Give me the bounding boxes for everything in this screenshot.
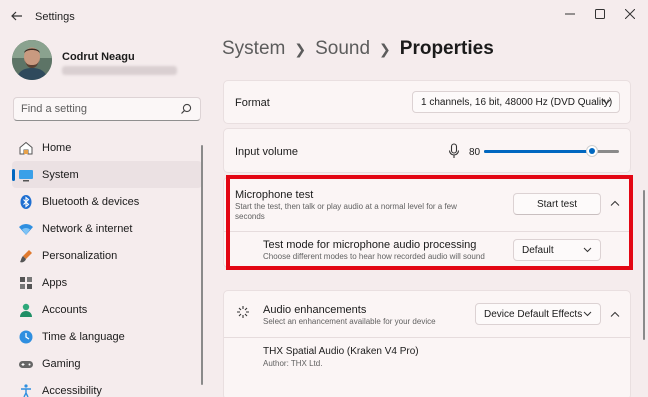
profile-name: Codrut Neagu — [62, 51, 135, 63]
breadcrumb: System ❯ Sound ❯ Properties — [222, 38, 494, 60]
sidebar-item-label: Network & internet — [42, 222, 133, 235]
accessibility-icon — [18, 383, 34, 397]
minimize-icon — [565, 13, 575, 15]
active-indicator — [12, 169, 15, 181]
page-title: Properties — [399, 38, 494, 59]
sidebar-item-time-language[interactable]: Time & language — [12, 323, 202, 350]
format-card: Format 1 channels, 16 bit, 48000 Hz (DVD… — [223, 80, 631, 124]
spatial-audio-title: THX Spatial Audio (Kraken V4 Pro) — [263, 346, 419, 357]
search-box[interactable]: Find a setting — [13, 97, 201, 121]
chevron-up-icon[interactable] — [610, 311, 620, 318]
enhancements-value: Device Default Effects — [484, 308, 583, 320]
sidebar-item-label: Apps — [42, 276, 68, 289]
network-icon — [18, 221, 34, 237]
system-icon — [18, 167, 34, 183]
spatial-audio-author: Author: THX Ltd. — [263, 359, 323, 368]
apps-icon — [18, 275, 34, 291]
search-icon — [181, 103, 192, 114]
format-dropdown[interactable]: 1 channels, 16 bit, 48000 Hz (DVD Qualit… — [412, 91, 620, 113]
sidebar-item-system[interactable]: System — [12, 161, 202, 188]
sidebar-item-apps[interactable]: Apps — [12, 269, 202, 296]
back-arrow-icon — [11, 11, 22, 21]
enhancements-description: Select an enhancement available for your… — [263, 317, 436, 326]
volume-slider-fill — [484, 150, 592, 153]
sidebar-item-label: System — [42, 168, 79, 181]
chevron-down-icon — [583, 311, 592, 317]
sidebar-item-label: Home — [42, 141, 72, 154]
sidebar-item-label: Accounts — [42, 303, 88, 316]
sidebar-item-accounts[interactable]: Accounts — [12, 296, 202, 323]
sidebar-item-label: Personalization — [42, 249, 118, 262]
volume-value: 80 — [469, 147, 481, 158]
window-title: Settings — [35, 11, 75, 23]
sidebar-item-network[interactable]: Network & internet — [12, 215, 202, 242]
chevron-right-icon: ❯ — [294, 40, 307, 57]
close-button[interactable] — [616, 4, 644, 24]
sidebar-item-gaming[interactable]: Gaming — [12, 350, 202, 377]
sidebar-item-label: Gaming — [42, 357, 81, 370]
back-button[interactable] — [6, 6, 28, 26]
format-value: 1 channels, 16 bit, 48000 Hz (DVD Qualit… — [421, 96, 613, 108]
sidebar-scrollbar[interactable] — [201, 145, 203, 385]
input-volume-label: Input volume — [235, 146, 298, 158]
home-icon — [18, 140, 34, 156]
main-scrollbar[interactable] — [643, 190, 645, 340]
settings-window: Settings Codrut Neagu Find a setting Hom… — [0, 0, 648, 397]
title-bar: Settings — [0, 0, 648, 30]
enhancements-icon — [237, 306, 249, 318]
chevron-right-icon: ❯ — [379, 40, 391, 57]
accounts-icon — [18, 302, 34, 318]
gaming-icon — [18, 356, 34, 372]
sidebar-item-label: Time & language — [42, 330, 125, 343]
time-language-icon — [18, 329, 34, 345]
highlight-box — [226, 175, 633, 270]
input-volume-card: Input volume 80 — [223, 128, 631, 173]
personalization-icon — [18, 248, 34, 264]
maximize-icon — [595, 9, 605, 19]
sidebar-item-label: Accessibility — [42, 384, 102, 397]
microphone-icon[interactable] — [448, 143, 460, 159]
volume-slider-thumb[interactable] — [586, 145, 598, 157]
avatar — [12, 40, 52, 80]
close-icon — [625, 9, 635, 19]
bluetooth-icon — [18, 194, 34, 210]
divider — [224, 337, 630, 338]
breadcrumb-system[interactable]: System — [222, 38, 285, 60]
format-label: Format — [235, 97, 270, 109]
search-input[interactable]: Find a setting — [21, 103, 87, 115]
minimize-button[interactable] — [556, 4, 584, 24]
audio-enhancements-card: Audio enhancements Select an enhancement… — [223, 290, 631, 397]
enhancements-title: Audio enhancements — [263, 304, 367, 316]
sidebar-item-home[interactable]: Home — [12, 134, 202, 161]
sidebar-item-bluetooth[interactable]: Bluetooth & devices — [12, 188, 202, 215]
sidebar-item-label: Bluetooth & devices — [42, 195, 140, 208]
chevron-down-icon — [602, 99, 611, 105]
maximize-button[interactable] — [586, 4, 614, 24]
sidebar-item-accessibility[interactable]: Accessibility — [12, 377, 202, 397]
sidebar-item-personalization[interactable]: Personalization — [12, 242, 202, 269]
sidebar-nav: Home System Bluetooth & devices Network … — [12, 134, 202, 397]
enhancements-dropdown[interactable]: Device Default Effects — [475, 303, 601, 325]
profile-email-redacted — [62, 66, 177, 75]
breadcrumb-sound[interactable]: Sound — [315, 38, 370, 60]
